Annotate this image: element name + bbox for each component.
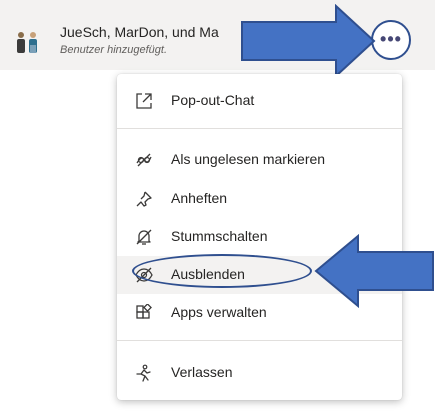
menu-item-label: Stummschalten [171,228,268,244]
menu-item-leave[interactable]: Verlassen [117,354,402,392]
menu-item-label: Ausblenden [171,266,245,282]
leave-icon [136,364,151,382]
chat-subtitle: Benutzer hinzugefügt. [60,44,168,56]
menu-item-pin[interactable]: Anheften [117,180,402,218]
menu-divider [117,128,402,129]
annotation-arrow-right [314,234,434,308]
annotation-arrow-top [241,4,376,78]
menu-divider [117,340,402,341]
pin-icon [136,191,152,207]
popout-icon [136,93,152,109]
chat-title: JueSch, MarDon, und Ma [60,24,219,40]
menu-item-label: Verlassen [171,364,233,380]
menu-item-mark-unread[interactable]: Als ungelesen markieren [117,141,402,179]
mark-unread-icon [136,153,152,167]
menu-item-label: Apps verwalten [171,304,267,320]
menu-item-label: Pop-out-Chat [171,92,255,108]
hide-icon [135,267,153,283]
menu-item-popout-chat[interactable]: Pop-out-Chat [117,82,402,120]
menu-item-label: Als ungelesen markieren [171,151,326,167]
apps-icon [136,304,152,319]
menu-item-label: Anheften [171,190,228,206]
mute-icon [136,229,152,245]
group-avatar-icon [17,32,37,53]
